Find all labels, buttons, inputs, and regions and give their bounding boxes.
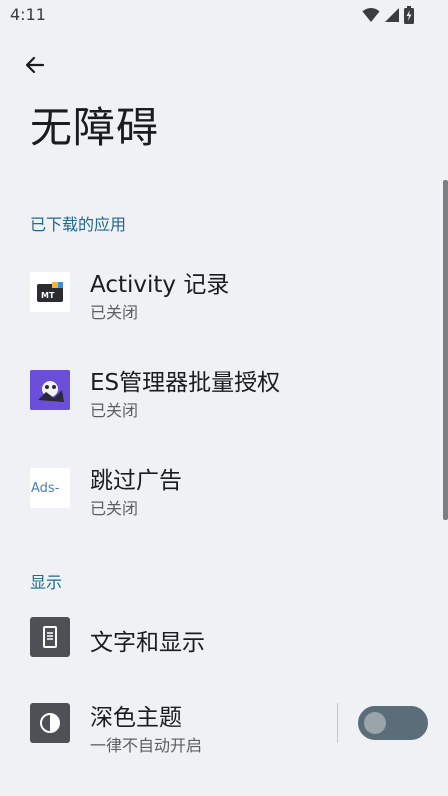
list-item-activity-record[interactable]: MT Activity 记录 已关闭 <box>0 246 448 336</box>
page-title: 无障碍 <box>30 103 160 152</box>
battery-icon <box>404 6 414 24</box>
status-bar: 4:11 <box>0 0 448 30</box>
back-button[interactable] <box>18 48 52 82</box>
item-subtitle: 已关闭 <box>90 401 139 420</box>
dark-theme-toggle[interactable] <box>358 706 428 740</box>
item-subtitle: 一律不自动开启 <box>90 736 203 755</box>
item-title: 深色主题 <box>90 705 182 731</box>
item-title: 文字和显示 <box>90 630 205 656</box>
back-arrow-icon <box>25 56 45 74</box>
mt-app-icon: MT <box>30 272 70 312</box>
item-title: Activity 记录 <box>90 272 230 298</box>
list-item-text-display[interactable]: 文字和显示 <box>0 594 448 684</box>
text-display-icon <box>30 617 70 657</box>
section-header-downloaded: 已下载的应用 <box>30 215 127 234</box>
svg-text:MT: MT <box>41 291 55 300</box>
toggle-knob <box>364 712 386 734</box>
item-title: ES管理器批量授权 <box>90 370 281 396</box>
es-app-icon <box>30 370 70 410</box>
ads-app-icon: Ads- <box>30 468 70 508</box>
wifi-icon <box>362 7 380 22</box>
toggle-divider <box>337 703 338 743</box>
list-item-es-manager[interactable]: ES管理器批量授权 已关闭 <box>0 344 448 434</box>
ads-icon-label: Ads- <box>31 481 60 496</box>
signal-icon <box>385 8 399 22</box>
status-icons <box>362 6 414 24</box>
item-subtitle: 已关闭 <box>90 303 139 322</box>
section-header-display: 显示 <box>30 573 63 592</box>
status-time: 4:11 <box>10 5 46 24</box>
dark-theme-icon <box>30 703 70 743</box>
item-title: 跳过广告 <box>90 468 182 494</box>
item-subtitle: 已关闭 <box>90 499 139 518</box>
list-item-skip-ads[interactable]: Ads- 跳过广告 已关闭 <box>0 442 448 532</box>
